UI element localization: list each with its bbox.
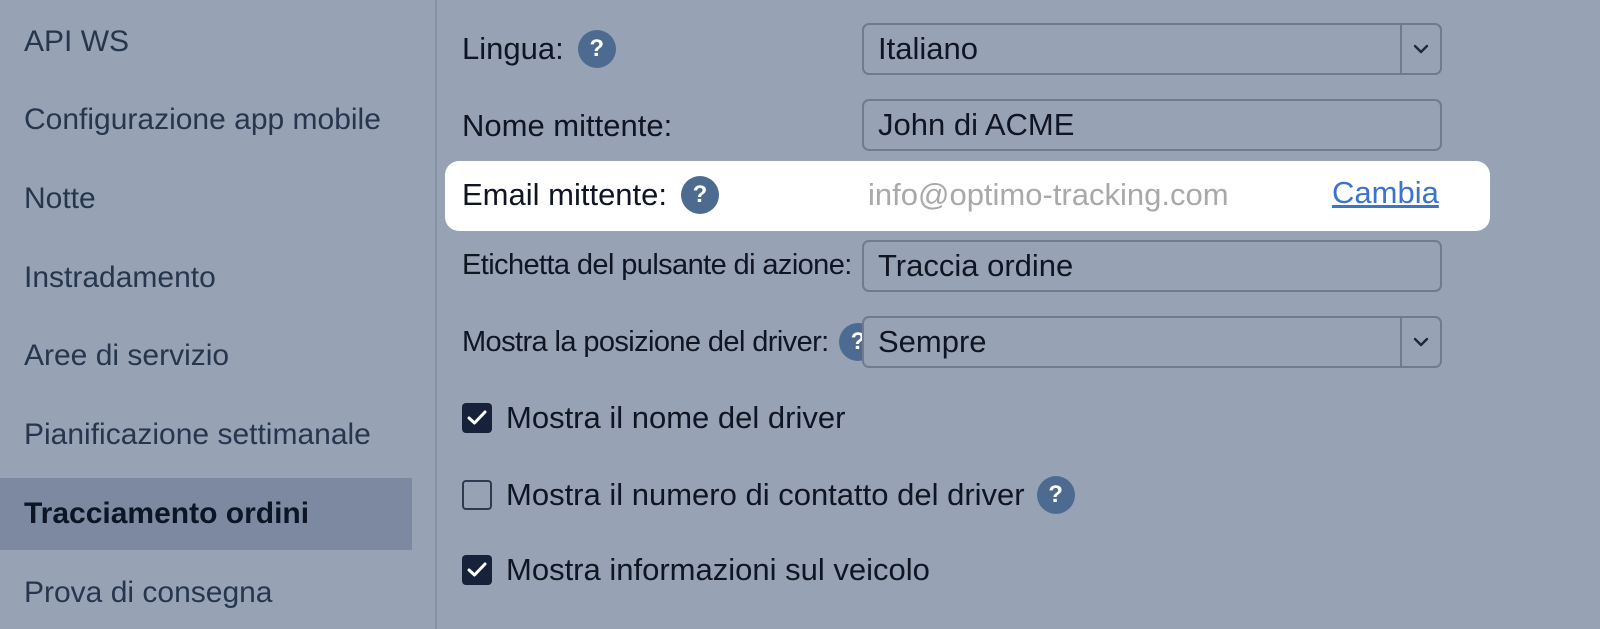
sender-name-label-row: Nome mittente: xyxy=(462,108,672,144)
sidebar-item-label: Prova di consegna xyxy=(24,576,273,609)
driver-position-label: Mostra la posizione del driver: xyxy=(462,325,829,358)
sender-name-input[interactable] xyxy=(862,99,1442,151)
chevron-down-icon[interactable] xyxy=(1400,318,1440,366)
action-button-label: Etichetta del pulsante di azione: xyxy=(462,249,852,281)
change-email-link[interactable]: Cambia xyxy=(1332,175,1439,211)
sender-email-value: info@optimo-tracking.com xyxy=(868,177,1229,212)
language-label-row: Lingua: ? xyxy=(462,30,616,68)
help-icon[interactable]: ? xyxy=(1036,476,1075,514)
sidebar-item-label: API WS xyxy=(24,25,130,58)
show-vehicle-info-label: Mostra informazioni sul veicolo xyxy=(506,552,930,587)
sidebar-item-label: Instradamento xyxy=(24,261,216,294)
driver-position-select-value: Sempre xyxy=(878,324,987,359)
show-vehicle-info-row: Mostra informazioni sul veicolo xyxy=(462,552,930,588)
sidebar-item-mobile-app-config[interactable]: Configurazione app mobile xyxy=(0,84,412,156)
chevron-down-icon[interactable] xyxy=(1400,25,1440,73)
driver-position-label-row: Mostra la posizione del driver: ? xyxy=(462,323,877,361)
action-button-label-input[interactable] xyxy=(862,240,1442,292)
sidebar-item-api-ws[interactable]: API WS xyxy=(0,6,412,78)
sender-email-label: Email mittente: xyxy=(462,177,668,212)
checkmark-icon xyxy=(467,562,487,577)
action-button-label-row: Etichetta del pulsante di azione: xyxy=(462,249,852,282)
sidebar-item-routing[interactable]: Instradamento xyxy=(0,242,412,314)
sender-name-label: Nome mittente: xyxy=(462,108,673,143)
language-select[interactable]: Italiano xyxy=(862,23,1442,75)
checkmark-icon xyxy=(467,410,487,425)
show-driver-contact-label: Mostra il numero di contatto del driver xyxy=(506,477,1025,512)
sender-email-label-row: Email mittente: ? xyxy=(462,176,720,214)
help-icon[interactable]: ? xyxy=(577,30,616,68)
sidebar-item-weekly-planning[interactable]: Pianificazione settimanale xyxy=(0,399,412,471)
help-icon[interactable]: ? xyxy=(681,176,720,214)
sidebar-item-proof-of-delivery[interactable]: Prova di consegna xyxy=(0,557,412,629)
sidebar-item-label: Notte xyxy=(24,182,96,215)
sidebar-item-order-tracking[interactable]: Tracciamento ordini xyxy=(0,478,412,550)
sidebar-item-label: Tracciamento ordini xyxy=(24,497,310,530)
sidebar-item-label: Configurazione app mobile xyxy=(24,103,381,136)
sidebar-item-night[interactable]: Notte xyxy=(0,163,412,235)
show-driver-contact-row: Mostra il numero di contatto del driver … xyxy=(462,476,1075,514)
sidebar-item-label: Aree di servizio xyxy=(24,339,230,372)
settings-sidebar: API WS Configurazione app mobile Notte I… xyxy=(0,0,412,629)
show-driver-name-row: Mostra il nome del driver xyxy=(462,400,845,436)
sidebar-item-service-areas[interactable]: Aree di servizio xyxy=(0,320,412,392)
show-driver-name-label: Mostra il nome del driver xyxy=(506,400,846,435)
sidebar-divider xyxy=(435,0,437,629)
language-select-value: Italiano xyxy=(878,31,978,66)
show-driver-name-checkbox[interactable] xyxy=(462,403,492,433)
show-vehicle-info-checkbox[interactable] xyxy=(462,555,492,585)
show-driver-contact-checkbox[interactable] xyxy=(462,480,492,510)
driver-position-select[interactable]: Sempre xyxy=(862,316,1442,368)
language-label: Lingua: xyxy=(462,31,564,66)
sidebar-item-label: Pianificazione settimanale xyxy=(24,418,371,451)
